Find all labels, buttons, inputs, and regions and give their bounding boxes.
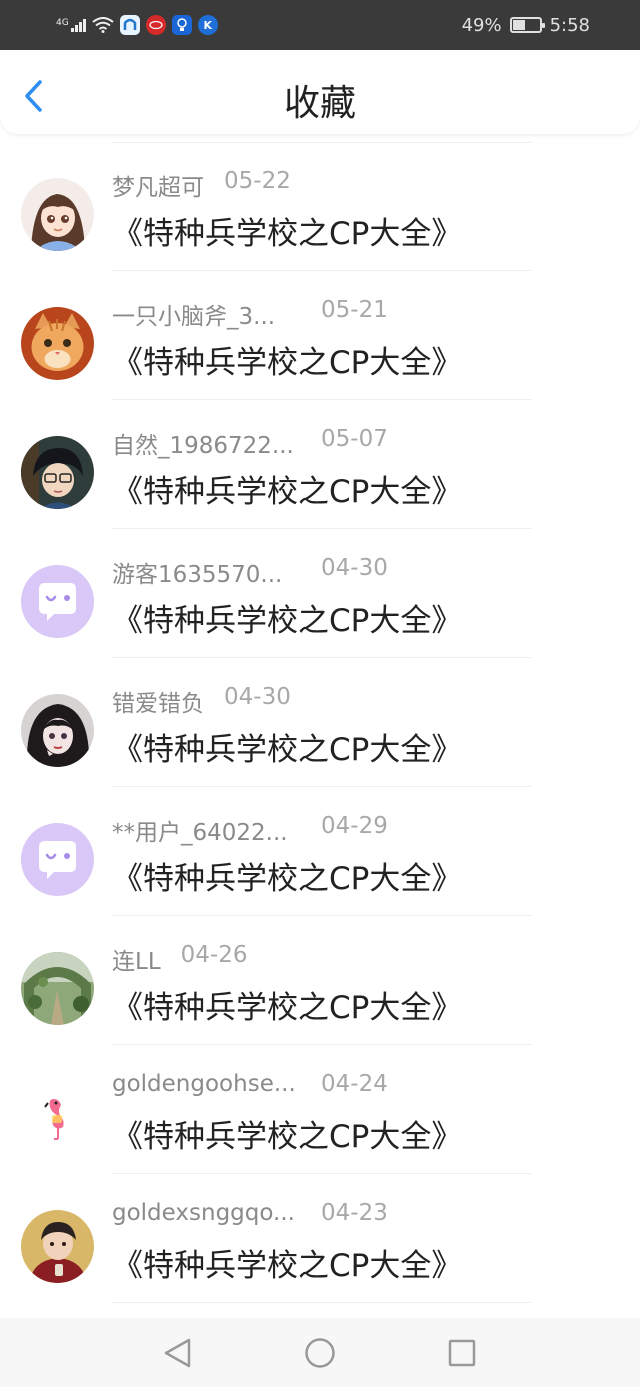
favorite-date: 04-26 [180, 942, 248, 968]
triangle-back-icon [164, 1338, 191, 1368]
favorite-item[interactable]: 游客1635570... 04-30 《特种兵学校之CP大全》 [0, 529, 640, 658]
book-title: 《特种兵学校之CP大全》 [112, 345, 463, 381]
user-name: 一只小脑斧_3... [112, 304, 276, 330]
cat-avatar [21, 307, 94, 380]
avatar[interactable] [21, 694, 94, 767]
book-title: 《特种兵学校之CP大全》 [112, 603, 463, 639]
user-name: **用户_64022... [112, 820, 288, 846]
status-left: 4G K [56, 15, 218, 35]
favorite-item[interactable]: 连LL 04-26 《特种兵学校之CP大全》 [0, 916, 640, 1045]
signal-icon: 4G [56, 17, 86, 32]
favorite-item[interactable]: 自然_1986722... 05-07 《特种兵学校之CP大全》 [0, 400, 640, 529]
boy-red-jacket-avatar [21, 1210, 94, 1283]
lightbulb-icon [171, 15, 192, 35]
book-title: 《特种兵学校之CP大全》 [112, 1119, 463, 1155]
header: 收藏 [0, 50, 640, 134]
favorite-item[interactable]: 错爱错负 04-30 《特种兵学校之CP大全》 [0, 658, 640, 787]
favorite-item[interactable]: 梦凡超可 05-22 《特种兵学校之CP大全》 [0, 142, 640, 271]
avatar[interactable] [21, 307, 94, 380]
square-recents-icon [448, 1339, 476, 1367]
favorite-item[interactable]: goldengoohse... 04-24 《特种兵学校之CP大全》 [0, 1045, 640, 1174]
favorite-date: 04-29 [321, 813, 388, 839]
avatar[interactable] [21, 178, 94, 251]
user-name: 自然_1986722... [112, 433, 294, 459]
book-title: 《特种兵学校之CP大全》 [112, 732, 463, 768]
status-bar: 4G K 49% 5:58 [0, 0, 640, 50]
nav-recents-button[interactable] [445, 1336, 479, 1370]
nav-back-button[interactable] [161, 1336, 195, 1370]
user-name: 错爱错负 [112, 691, 204, 717]
avatar[interactable] [21, 565, 94, 638]
avatar[interactable] [21, 1081, 94, 1154]
network-type: 4G [56, 17, 69, 28]
user-name: 游客1635570... [112, 562, 283, 588]
user-name: goldexsnggqo... [112, 1200, 295, 1226]
garden-arch-avatar [21, 952, 94, 1025]
favorites-list: 梦凡超可 05-22 《特种兵学校之CP大全》 一只小脑斧_3... 05-21 《特种兵… [0, 142, 640, 1303]
anime-girl-avatar [21, 178, 94, 251]
default-chat-avatar [21, 565, 94, 638]
divider [112, 1302, 532, 1303]
flamingo-avatar [21, 1081, 94, 1154]
anime-boy-avatar [21, 436, 94, 509]
favorite-item[interactable]: **用户_64022... 04-29 《特种兵学校之CP大全》 [0, 787, 640, 916]
nav-home-button[interactable] [303, 1336, 337, 1370]
book-title: 《特种兵学校之CP大全》 [112, 474, 463, 510]
user-name: 连LL [112, 949, 161, 975]
wifi-icon [92, 17, 114, 33]
avatar[interactable] [21, 823, 94, 896]
favorite-date: 05-07 [321, 426, 388, 452]
user-name: goldengoohse... [112, 1071, 296, 1097]
book-title: 《特种兵学校之CP大全》 [112, 861, 463, 897]
favorite-item[interactable]: 一只小脑斧_3... 05-21 《特种兵学校之CP大全》 [0, 271, 640, 400]
favorite-item[interactable]: goldexsnggqo... 04-23 《特种兵学校之CP大全》 [0, 1174, 640, 1303]
circle-home-icon [305, 1338, 335, 1368]
clock: 5:58 [549, 14, 590, 36]
user-name: 梦凡超可 [112, 175, 204, 201]
dark-hair-girl-avatar [21, 694, 94, 767]
favorite-date: 04-30 [321, 555, 388, 581]
default-chat-avatar [21, 823, 94, 896]
weibo-icon [145, 15, 166, 35]
favorite-date: 04-23 [321, 1200, 388, 1226]
avatar[interactable] [21, 952, 94, 1025]
avatar[interactable] [21, 1210, 94, 1283]
avatar[interactable] [21, 436, 94, 509]
book-title: 《特种兵学校之CP大全》 [112, 990, 463, 1026]
favorite-date: 05-22 [224, 168, 291, 194]
favorite-date: 05-21 [321, 297, 388, 323]
browser-icon [119, 15, 140, 35]
battery-icon [509, 17, 545, 33]
navigation-bar [0, 1318, 640, 1387]
page-title: 收藏 [283, 83, 356, 124]
favorite-date: 04-30 [224, 684, 291, 710]
book-title: 《特种兵学校之CP大全》 [112, 216, 463, 252]
battery-percent: 49% [461, 14, 502, 36]
status-right: 49% 5:58 [462, 15, 640, 36]
book-title: 《特种兵学校之CP大全》 [112, 1248, 463, 1284]
favorite-date: 04-24 [321, 1071, 388, 1097]
k-app-icon: K [197, 15, 218, 35]
